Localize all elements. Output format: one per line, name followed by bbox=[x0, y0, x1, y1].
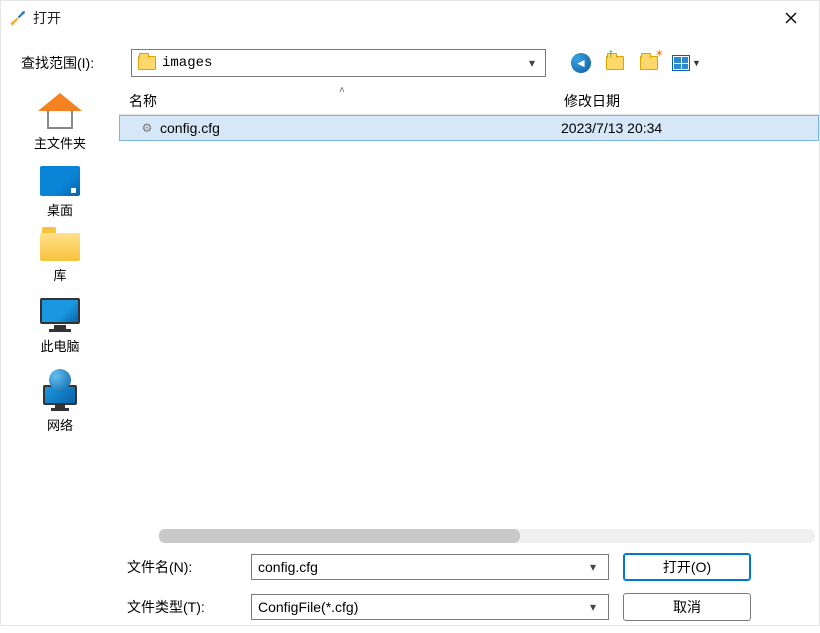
config-file-icon: ⚙ bbox=[140, 121, 154, 135]
horizontal-scrollbar[interactable] bbox=[159, 529, 815, 543]
place-desktop[interactable]: 桌面 bbox=[40, 166, 80, 219]
filename-combo[interactable]: config.cfg ▾ bbox=[251, 554, 609, 580]
close-button[interactable] bbox=[771, 4, 811, 32]
place-home[interactable]: 主文件夹 bbox=[34, 93, 86, 152]
open-button[interactable]: 打开(O) bbox=[623, 553, 751, 581]
filetype-value: ConfigFile(*.cfg) bbox=[258, 599, 584, 615]
network-icon bbox=[43, 369, 77, 411]
place-network-label: 网络 bbox=[47, 415, 73, 434]
chevron-down-icon: ▾ bbox=[523, 56, 541, 70]
up-one-level-button[interactable]: ↑ bbox=[604, 52, 626, 74]
file-list[interactable]: ⚙ config.cfg 2023/7/13 20:34 bbox=[119, 115, 819, 529]
desktop-icon bbox=[40, 166, 80, 196]
column-header-date[interactable]: 修改日期 bbox=[558, 91, 815, 111]
place-thispc-label: 此电脑 bbox=[40, 336, 79, 355]
places-bar: 主文件夹 桌面 库 此电脑 网络 bbox=[1, 87, 119, 545]
open-file-dialog: 打开 查找范围(I): images ▾ ◄ ↑ ✶ ▼ bbox=[0, 0, 820, 626]
tools-icon bbox=[9, 9, 27, 27]
place-home-label: 主文件夹 bbox=[34, 133, 86, 152]
place-library-label: 库 bbox=[53, 265, 66, 284]
open-button-label: 打开(O) bbox=[663, 557, 711, 577]
library-icon bbox=[40, 233, 80, 261]
window-title: 打开 bbox=[33, 8, 771, 28]
bottom-controls: 文件名(N): config.cfg ▾ 打开(O) 文件类型(T): Conf… bbox=[1, 545, 819, 633]
file-name: config.cfg bbox=[160, 120, 220, 136]
file-area: ˄ 名称 修改日期 ⚙ config.cfg 2023/7/13 20:34 bbox=[119, 87, 819, 545]
filename-value: config.cfg bbox=[258, 559, 584, 575]
filetype-combo[interactable]: ConfigFile(*.cfg) ▾ bbox=[251, 594, 609, 620]
nav-toolbar: ◄ ↑ ✶ ▼ bbox=[570, 52, 701, 74]
scrollbar-thumb[interactable] bbox=[159, 529, 520, 543]
filename-label: 文件名(N): bbox=[127, 557, 237, 577]
lookin-value: images bbox=[162, 55, 517, 71]
chevron-down-icon: ▾ bbox=[584, 560, 602, 574]
lookin-label: 查找范围(I): bbox=[21, 53, 121, 73]
cancel-button-label: 取消 bbox=[673, 597, 701, 617]
new-folder-button[interactable]: ✶ bbox=[638, 52, 660, 74]
back-button[interactable]: ◄ bbox=[570, 52, 592, 74]
place-library[interactable]: 库 bbox=[40, 233, 80, 284]
cancel-button[interactable]: 取消 bbox=[623, 593, 751, 621]
place-network[interactable]: 网络 bbox=[43, 369, 77, 434]
body: 主文件夹 桌面 库 此电脑 网络 bbox=[1, 87, 819, 545]
filetype-label: 文件类型(T): bbox=[127, 597, 237, 617]
folder-icon bbox=[138, 56, 156, 70]
place-desktop-label: 桌面 bbox=[47, 200, 73, 219]
file-list-header: ˄ 名称 修改日期 bbox=[119, 87, 819, 115]
file-date: 2023/7/13 20:34 bbox=[555, 120, 818, 136]
lookin-row: 查找范围(I): images ▾ ◄ ↑ ✶ ▼ bbox=[1, 35, 819, 87]
home-icon bbox=[38, 93, 82, 129]
view-menu-button[interactable]: ▼ bbox=[672, 52, 701, 74]
chevron-down-icon: ▾ bbox=[584, 600, 602, 614]
thispc-icon bbox=[40, 298, 80, 332]
sort-indicator-icon: ˄ bbox=[339, 85, 345, 96]
lookin-combo[interactable]: images ▾ bbox=[131, 49, 546, 77]
title-bar: 打开 bbox=[1, 1, 819, 35]
file-row[interactable]: ⚙ config.cfg 2023/7/13 20:34 bbox=[119, 115, 819, 141]
place-thispc[interactable]: 此电脑 bbox=[40, 298, 80, 355]
